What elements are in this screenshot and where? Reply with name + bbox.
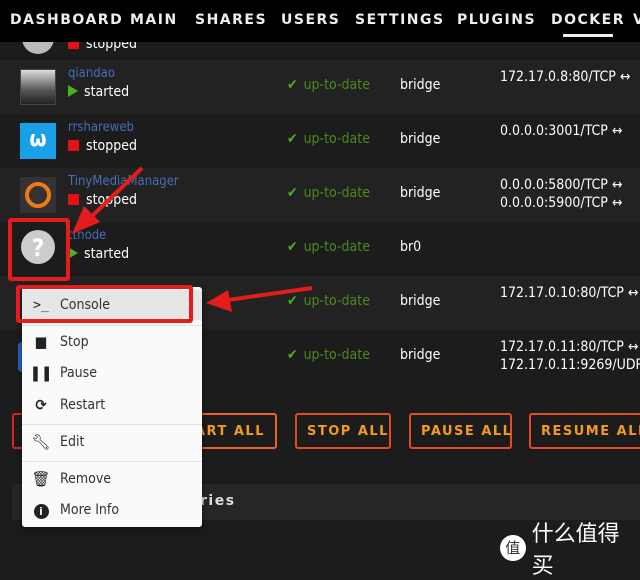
watermark-logo: 值 <box>500 535 526 561</box>
annotation-arrows <box>72 166 313 312</box>
watermark: 值什么值得买 <box>500 516 640 580</box>
arrow-to-console <box>206 286 313 312</box>
watermark-text: 什么值得买 <box>531 522 620 579</box>
arrow-to-icon <box>72 166 144 234</box>
